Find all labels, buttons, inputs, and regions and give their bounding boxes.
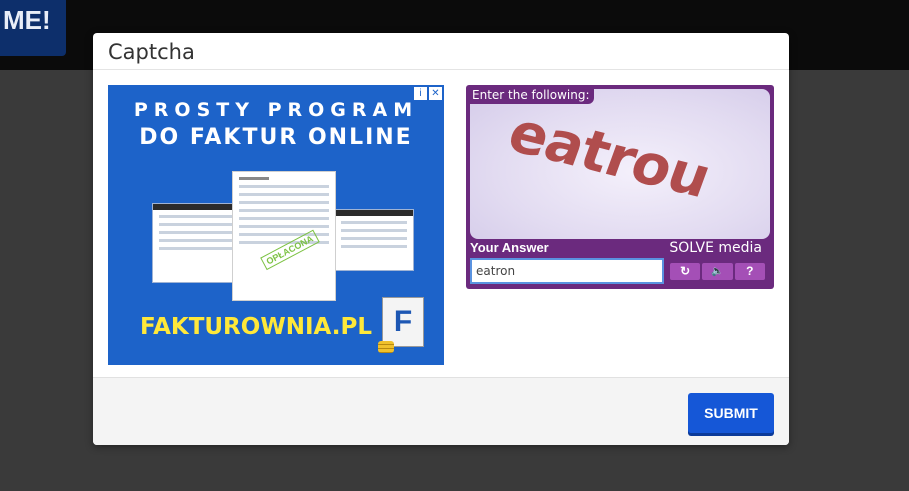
help-icon[interactable]: ? (734, 263, 765, 280)
solvemedia-captcha-widget: eatrou Enter the following: Your Answer … (466, 85, 774, 289)
ad-screenshot-right (334, 209, 414, 271)
captcha-controls: ↻ 🔈 ? (670, 263, 765, 280)
coins-icon (378, 341, 394, 353)
ad-screenshot-left (152, 203, 240, 283)
advertisement-banner[interactable]: i ✕ PROSTY PROGRAM DO FAKTUR ONLINE OPŁA… (108, 85, 444, 365)
audio-icon[interactable]: 🔈 (702, 263, 733, 280)
ad-subheadline: DO FAKTUR ONLINE (139, 125, 413, 150)
ad-invoice-document (232, 171, 336, 301)
captcha-modal: Captcha i ✕ PROSTY PROGRAM DO FAKTUR ONL… (93, 33, 789, 445)
solvemedia-logo[interactable]: SOLVE media (669, 240, 762, 256)
refresh-icon[interactable]: ↻ (670, 263, 701, 280)
captcha-challenge-image: eatrou (470, 89, 770, 239)
ad-domain-text: FAKTUROWNIA.PL (140, 314, 372, 340)
answer-label: Your Answer (470, 240, 549, 255)
site-logo[interactable]: ME! (0, 0, 66, 56)
captcha-challenge-text: eatrou (499, 100, 719, 211)
document-icon: F (382, 297, 424, 347)
ad-headline: PROSTY PROGRAM (133, 99, 419, 121)
modal-header: Captcha (93, 33, 789, 70)
captcha-answer-input[interactable] (470, 258, 664, 284)
captcha-prompt: Enter the following: (468, 87, 594, 104)
ad-app-icon: F (378, 297, 428, 353)
modal-title: Captcha (108, 40, 195, 64)
submit-button[interactable]: SUBMIT (688, 393, 774, 433)
modal-footer: SUBMIT (93, 377, 789, 445)
